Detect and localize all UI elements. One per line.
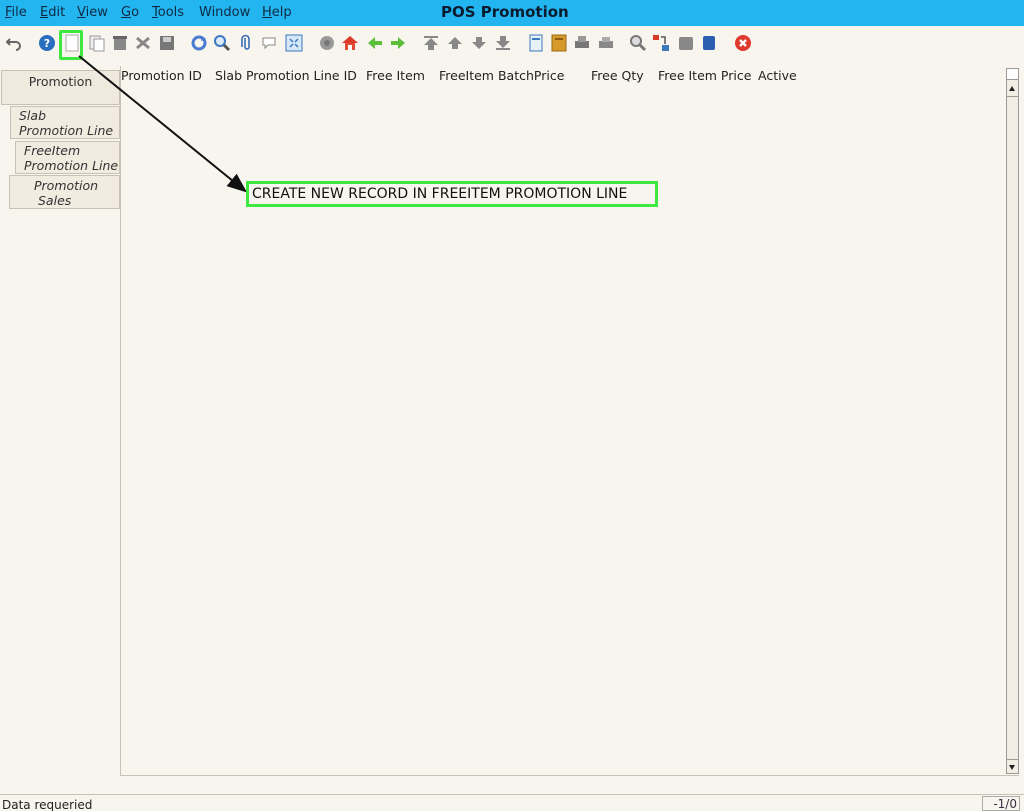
status-bar: Data requeried -1/0: [0, 794, 1024, 811]
product-info-icon[interactable]: [677, 34, 695, 52]
report-icon[interactable]: [527, 34, 545, 52]
print-icon[interactable]: [597, 34, 615, 52]
tab-promotion-sales[interactable]: Promotion Sales: [9, 175, 120, 209]
menu-go[interactable]: Go: [121, 5, 139, 20]
column-header-free-item-price[interactable]: Free Item Price: [658, 68, 751, 83]
annotation-callout: CREATE NEW RECORD IN FREEITEM PROMOTION …: [246, 181, 658, 207]
tab-promotion[interactable]: Promotion: [1, 70, 120, 105]
close-icon[interactable]: [734, 34, 752, 52]
last-record-icon[interactable]: [494, 34, 512, 52]
tab-slab-promotion-line[interactable]: Slab Promotion Line: [10, 106, 120, 139]
menu-help[interactable]: Help: [262, 5, 292, 20]
window-icon[interactable]: [700, 34, 718, 52]
menu-view[interactable]: View: [77, 5, 108, 20]
tab-promotion-label: Promotion: [28, 74, 93, 89]
workflow-icon[interactable]: [652, 34, 670, 52]
column-header-free-qty[interactable]: Free Qty: [591, 68, 644, 83]
attachment-icon[interactable]: [238, 34, 256, 52]
next-record-icon[interactable]: [470, 34, 488, 52]
chevron-up-icon: [1009, 86, 1015, 91]
menu-bar: File Edit View Go Tools Window Help POS …: [0, 0, 1024, 26]
tab-freeitem-label-2: Promotion Line: [24, 158, 119, 173]
column-header-free-item[interactable]: Free Item: [366, 68, 425, 83]
home-icon[interactable]: [341, 34, 359, 52]
tab-sales-label-1: Promotion: [34, 178, 99, 193]
column-header-promotion-id[interactable]: Promotion ID: [121, 68, 202, 83]
svg-text:?: ?: [44, 37, 50, 50]
help-icon[interactable]: ?: [38, 34, 56, 52]
app-title: POS Promotion: [441, 3, 569, 21]
arrow-right-icon[interactable]: [389, 34, 407, 52]
scroll-down-button[interactable]: [1007, 759, 1018, 773]
status-message: Data requeried: [2, 798, 93, 811]
tab-slab-label-1: Slab: [19, 108, 47, 123]
scroll-up-button[interactable]: [1007, 81, 1018, 97]
previous-record-icon[interactable]: [446, 34, 464, 52]
chat-icon[interactable]: [261, 34, 279, 52]
record-count: -1/0: [982, 796, 1020, 811]
print-preview-icon[interactable]: [573, 34, 591, 52]
delete-selection-icon[interactable]: [134, 34, 152, 52]
first-record-icon[interactable]: [422, 34, 440, 52]
tab-slab-label-2: Promotion Line: [19, 123, 114, 138]
history-icon[interactable]: [318, 34, 336, 52]
zoom-across-icon[interactable]: [629, 34, 647, 52]
copy-record-icon[interactable]: [88, 34, 106, 52]
grid-toggle-icon[interactable]: [285, 34, 303, 52]
column-header-slab-promotion-line-id[interactable]: Slab Promotion Line ID: [215, 68, 357, 83]
menu-tools[interactable]: Tools: [152, 5, 184, 20]
toolbar: ?: [0, 26, 1024, 66]
record-grid[interactable]: Promotion ID Slab Promotion Line ID Free…: [120, 66, 1019, 776]
undo-icon[interactable]: [5, 34, 23, 52]
tab-sales-label-2: Sales: [38, 193, 72, 208]
column-header-freeitem-batchprice[interactable]: FreeItem BatchPrice: [439, 68, 564, 83]
refresh-icon[interactable]: [190, 34, 208, 52]
menu-file[interactable]: File: [5, 5, 27, 20]
save-icon[interactable]: [158, 34, 176, 52]
tab-freeitem-promotion-line[interactable]: FreeItem Promotion Line: [15, 141, 120, 174]
tab-freeitem-label-1: FreeItem: [24, 143, 81, 158]
archive-icon[interactable]: [550, 34, 568, 52]
menu-window[interactable]: Window: [199, 5, 250, 20]
vertical-scrollbar[interactable]: [1006, 68, 1019, 774]
new-record-button-highlight: [59, 30, 83, 60]
menu-edit[interactable]: Edit: [40, 5, 65, 20]
delete-icon[interactable]: [111, 34, 129, 52]
column-header-active[interactable]: Active: [758, 68, 797, 83]
arrow-left-icon[interactable]: [366, 34, 384, 52]
column-customize-icon[interactable]: [1007, 69, 1018, 80]
chevron-down-icon: [1009, 765, 1015, 770]
search-icon[interactable]: [213, 34, 231, 52]
